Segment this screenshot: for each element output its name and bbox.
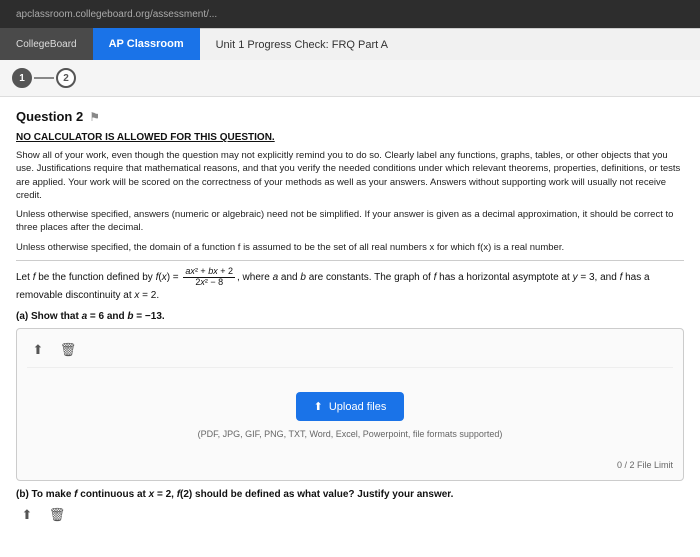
instructions-2: Unless otherwise specified, answers (num… bbox=[16, 208, 684, 235]
divider bbox=[16, 260, 684, 261]
upload-drop-zone: ⬆ Upload files (PDF, JPG, GIF, PNG, TXT,… bbox=[27, 376, 673, 456]
upload-arrow-icon: ⬆ bbox=[314, 400, 323, 413]
ap-classroom-tab[interactable]: AP Classroom bbox=[93, 28, 200, 60]
browser-url: apclassroom.collegeboard.org/assessment/… bbox=[16, 9, 217, 20]
part-b-trash-icon[interactable]: 🗑 bbox=[46, 504, 68, 526]
upload-formats: (PDF, JPG, GIF, PNG, TXT, Word, Excel, P… bbox=[198, 429, 503, 439]
upload-toolbar: ⬆ 🗑 bbox=[27, 339, 673, 368]
part-b-upload-icon[interactable]: ⬆ bbox=[16, 504, 38, 526]
nav-tabs: CollegeBoard AP Classroom Unit 1 Progres… bbox=[0, 28, 700, 60]
main-content: Question 2 ⚑ NO CALCULATOR IS ALLOWED FO… bbox=[0, 97, 700, 557]
trash-icon-b: 🗑 bbox=[49, 507, 66, 523]
collegeboard-tab[interactable]: CollegeBoard bbox=[0, 28, 93, 60]
browser-bar: apclassroom.collegeboard.org/assessment/… bbox=[0, 0, 700, 28]
question-title: Question 2 bbox=[16, 109, 83, 124]
trash-icon: 🗑 bbox=[60, 342, 77, 358]
instructions-1: Show all of your work, even though the q… bbox=[16, 149, 684, 202]
upload-icon-b: ⬆ bbox=[22, 507, 33, 523]
file-limit: 0 / 2 File Limit bbox=[27, 460, 673, 470]
page-title-tab: Unit 1 Progress Check: FRQ Part A bbox=[200, 28, 700, 60]
ap-classroom-label: AP Classroom bbox=[109, 38, 184, 50]
no-calc-notice: NO CALCULATOR IS ALLOWED FOR THIS QUESTI… bbox=[16, 132, 684, 143]
upload-files-button[interactable]: ⬆ Upload files bbox=[296, 392, 405, 421]
page-title: Unit 1 Progress Check: FRQ Part A bbox=[216, 39, 388, 51]
upload-toolbar-upload-icon[interactable]: ⬆ bbox=[27, 339, 49, 361]
collegeboard-label: CollegeBoard bbox=[16, 39, 77, 50]
step-line bbox=[34, 77, 54, 79]
step-2[interactable]: 2 bbox=[56, 68, 76, 88]
step-indicator: 1 2 bbox=[0, 60, 700, 97]
upload-toolbar-trash-icon[interactable]: 🗑 bbox=[57, 339, 79, 361]
step-1[interactable]: 1 bbox=[12, 68, 32, 88]
part-b-label: (b) To make f continuous at x = 2, f(2) … bbox=[16, 489, 684, 500]
problem-statement: Let f be the function defined by f(x) = … bbox=[16, 267, 684, 303]
bottom-toolbar: ⬆ 🗑 bbox=[16, 504, 684, 526]
upload-button-label: Upload files bbox=[329, 401, 386, 413]
upload-area: ⬆ 🗑 ⬆ Upload files (PDF, JPG, GIF, PNG, … bbox=[16, 328, 684, 481]
question-header: Question 2 ⚑ bbox=[16, 109, 684, 124]
upload-icon: ⬆ bbox=[33, 342, 44, 358]
instructions-3: Unless otherwise specified, the domain o… bbox=[16, 241, 684, 254]
flag-icon[interactable]: ⚑ bbox=[89, 110, 100, 124]
part-a-label: (a) Show that a = 6 and b = −13. bbox=[16, 311, 684, 322]
